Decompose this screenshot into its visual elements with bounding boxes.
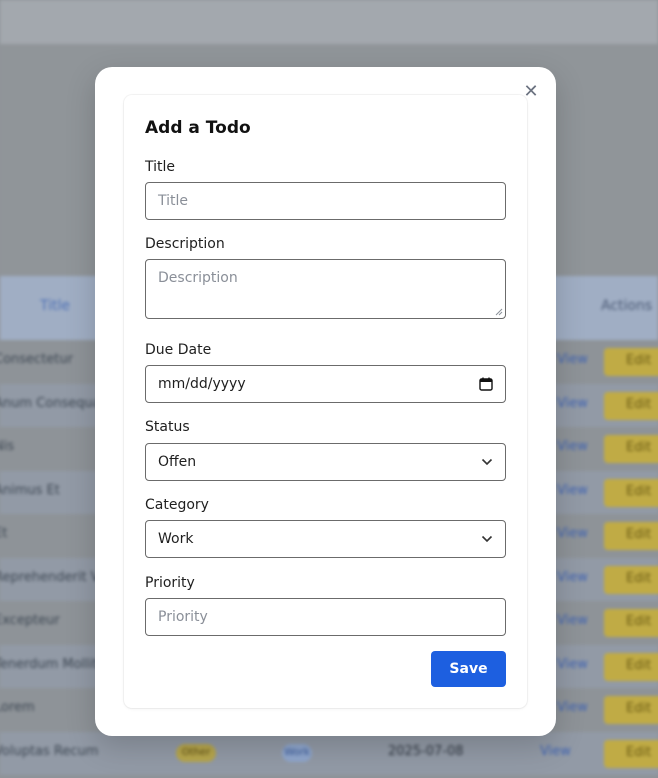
category-badge: Other	[176, 743, 216, 762]
view-link[interactable]: View	[540, 744, 571, 759]
column-header-actions: Actions	[601, 298, 653, 314]
edit-button[interactable]: Edit	[604, 652, 658, 681]
view-link[interactable]: View	[557, 700, 588, 715]
view-link[interactable]: View	[557, 483, 588, 498]
category-value: Work	[158, 531, 194, 547]
edit-button[interactable]: Edit	[604, 565, 658, 594]
edit-button[interactable]: Edit	[604, 391, 658, 420]
column-header-title: Title	[40, 298, 71, 314]
priority-input[interactable]: Priority	[145, 598, 506, 636]
edit-button[interactable]: Edit	[604, 609, 658, 637]
row-date: 2025-07-08	[388, 743, 464, 759]
edit-button[interactable]: Edit	[604, 739, 658, 768]
row-title: Excepteur	[0, 613, 60, 628]
type-badge: Work	[282, 743, 312, 762]
status-value: Offen	[158, 454, 197, 470]
edit-button[interactable]: Edit	[604, 478, 658, 507]
row-title: Anum Consequat	[0, 395, 106, 411]
edit-button[interactable]: Edit	[604, 522, 658, 550]
edit-button[interactable]: Edit	[604, 696, 658, 724]
form-title: Add a Todo	[145, 118, 251, 138]
chevron-down-icon	[481, 535, 493, 543]
view-link[interactable]: View	[557, 613, 588, 628]
row-title: Animus Et	[0, 482, 60, 498]
row-title: Et	[0, 526, 8, 541]
table-row: Voluptas Recum Other Work 2025-07-08 View Edi…	[0, 731, 658, 775]
view-link[interactable]: View	[557, 439, 588, 454]
priority-placeholder: Priority	[158, 609, 208, 625]
calendar-icon[interactable]	[479, 377, 493, 391]
view-link[interactable]: View	[557, 396, 588, 411]
edit-button[interactable]: Edit	[604, 348, 658, 376]
row-title: Nis	[0, 439, 15, 454]
status-select[interactable]: Offen	[145, 443, 506, 481]
view-link[interactable]: View	[557, 526, 588, 541]
row-title: Tenerdum Mollit	[0, 656, 98, 672]
due-date-input[interactable]: mm/dd/yyyy	[145, 365, 506, 403]
background-header	[0, 0, 658, 44]
view-link[interactable]: View	[557, 352, 588, 367]
row-title: Voluptas Recum	[0, 743, 99, 759]
description-placeholder: Description	[158, 270, 238, 286]
status-label: Status	[145, 419, 190, 435]
view-link[interactable]: View	[557, 657, 588, 672]
resize-handle-icon[interactable]	[495, 308, 503, 316]
add-todo-modal: ✕ Add a Todo Title Title Description Des…	[95, 67, 556, 736]
priority-label: Priority	[145, 575, 195, 591]
save-button[interactable]: Save	[431, 651, 506, 687]
title-label: Title	[145, 159, 176, 175]
row-title: Consectetur	[0, 352, 73, 367]
view-link[interactable]: View	[557, 570, 588, 585]
chevron-down-icon	[481, 458, 493, 466]
edit-button[interactable]: Edit	[604, 435, 658, 463]
todo-form: Add a Todo Title Title Description Descr…	[124, 95, 527, 708]
category-select[interactable]: Work	[145, 520, 506, 558]
description-label: Description	[145, 236, 225, 252]
description-textarea[interactable]: Description	[145, 259, 506, 319]
title-input[interactable]: Title	[145, 182, 506, 220]
row-title: Lorem	[0, 700, 35, 715]
due-date-placeholder: mm/dd/yyyy	[158, 376, 246, 392]
category-label: Category	[145, 497, 209, 513]
title-placeholder: Title	[158, 193, 189, 209]
due-date-label: Due Date	[145, 342, 212, 358]
